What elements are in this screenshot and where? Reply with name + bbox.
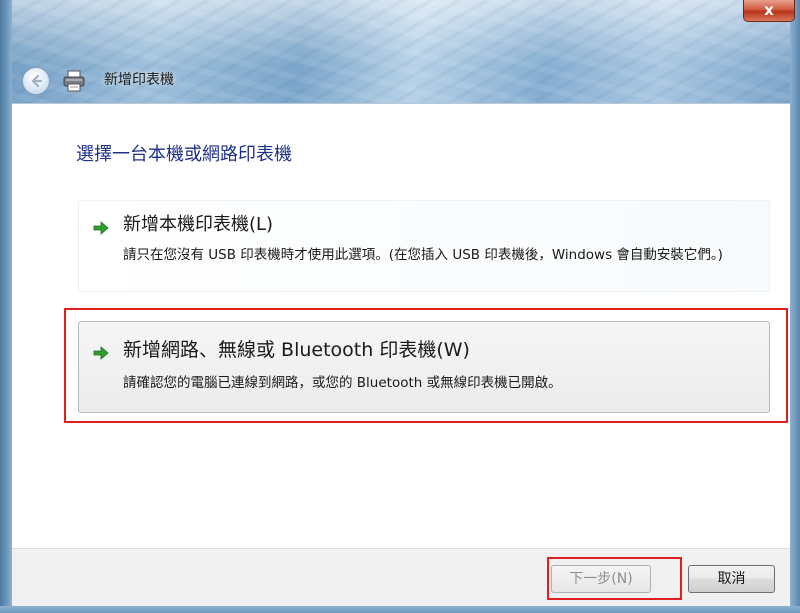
highlight-box-next-button — [547, 557, 682, 600]
option-description: 請只在您沒有 USB 印表機時才使用此選項。(在您插入 USB 印表機後，Win… — [123, 247, 723, 263]
window-frame-right — [790, 0, 800, 613]
cancel-button[interactable]: 取消 — [688, 565, 775, 593]
option-title: 新增本機印表機(L) — [123, 214, 274, 235]
window-frame-bottom — [0, 606, 800, 613]
close-icon: x — [764, 1, 774, 19]
green-arrow-icon — [93, 221, 109, 235]
highlight-box-network-option — [64, 308, 788, 423]
close-button[interactable]: x — [743, 0, 795, 22]
back-arrow-icon — [31, 74, 43, 88]
back-button[interactable] — [22, 67, 50, 95]
dialog-title: 新增印表機 — [104, 72, 174, 88]
window-frame-left — [0, 0, 12, 613]
printer-icon — [63, 70, 85, 92]
add-local-printer-option[interactable]: 新增本機印表機(L) 請只在您沒有 USB 印表機時才使用此選項。(在您插入 U… — [78, 200, 770, 292]
page-heading: 選擇一台本機或網路印表機 — [76, 144, 292, 165]
add-printer-dialog: x 新增印表機 選擇一台本機或網路印表機 新增本機印表機(L) 請只在您沒有 U… — [0, 0, 800, 613]
navigation-bar: 新增印表機 — [12, 60, 790, 100]
